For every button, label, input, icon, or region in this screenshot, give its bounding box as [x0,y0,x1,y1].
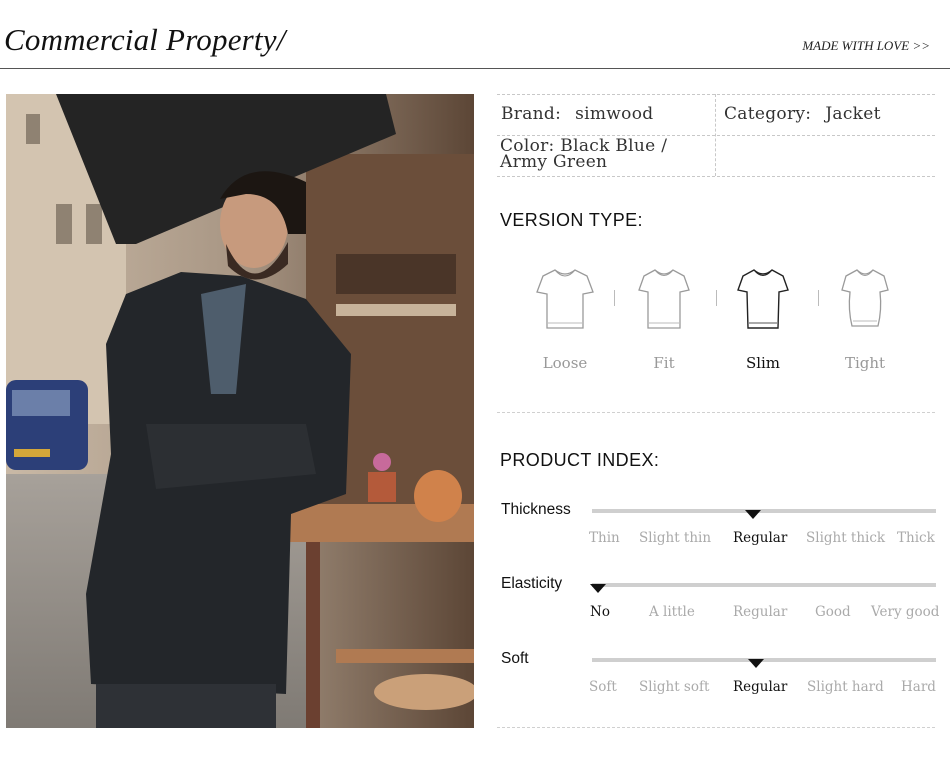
category-cell: Category: Jacket [724,104,881,124]
soft-option: Slight soft [639,679,710,695]
version-separator [818,290,819,306]
soft-option: Hard [901,679,936,695]
version-slim: Slim [723,266,803,372]
elasticity-option: A little [649,604,695,620]
elasticity-option: Good [815,604,851,620]
elasticity-option-selected: No [590,604,610,620]
thickness-option-selected: Regular [733,530,788,546]
soft-option: Slight hard [807,679,884,695]
table-border-top [497,94,935,95]
tshirt-tight-icon [841,269,889,327]
thickness-scale-track [592,509,936,513]
soft-scale-track [592,658,936,662]
page-header: Commercial Property/ MADE WITH LOVE >> [0,0,950,69]
category-value: Jacket [825,104,881,124]
table-border-bottom [497,176,935,177]
color-cell: Color: Black Blue / Army Green [500,138,710,171]
category-key: Category: [724,104,812,124]
soft-option: Soft [589,679,617,695]
brand-cell: Brand: simwood [501,104,653,124]
thickness-option: Slight thin [639,530,712,546]
version-label: Fit [653,354,675,372]
version-label: Slim [745,354,781,372]
tshirt-loose-icon [536,269,594,329]
page-title: Commercial Property/ [4,22,286,57]
version-loose: Loose [525,266,605,372]
version-separator [716,290,717,306]
product-index-title: PRODUCT INDEX: [500,450,660,470]
soft-marker-icon [748,659,764,668]
thickness-option: Slight thick [806,530,886,546]
thickness-option: Thin [589,530,620,546]
tshirt-slim-icon [737,269,789,329]
elasticity-option: Regular [733,604,788,620]
bottom-divider [497,727,935,728]
elasticity-marker-icon [590,584,606,593]
version-tight: Tight [825,266,905,372]
thickness-marker-icon [745,510,761,519]
brand-value: simwood [575,104,654,124]
spec-table: Brand: simwood Category: Jacket Color: Bla… [497,94,935,177]
version-separator [614,290,615,306]
soft-option-selected: Regular [733,679,788,695]
section-divider [497,412,935,413]
version-type-title: VERSION TYPE: [500,210,643,230]
tshirt-fit-icon [638,269,690,329]
index-label-thickness: Thickness [501,501,571,518]
version-label: Tight [844,354,886,372]
elasticity-scale-track [592,583,936,587]
version-label: Loose [542,354,588,372]
table-column-divider [715,94,716,176]
thickness-option: Thick [897,530,935,546]
elasticity-option: Very good [871,604,940,620]
index-label-soft: Soft [501,650,529,667]
brand-key: Brand: [501,104,562,124]
version-fit: Fit [624,266,704,372]
product-photo [6,94,474,728]
photo-illustration [6,94,474,728]
tagline: MADE WITH LOVE >> [802,38,930,53]
index-label-elasticity: Elasticity [501,575,563,592]
